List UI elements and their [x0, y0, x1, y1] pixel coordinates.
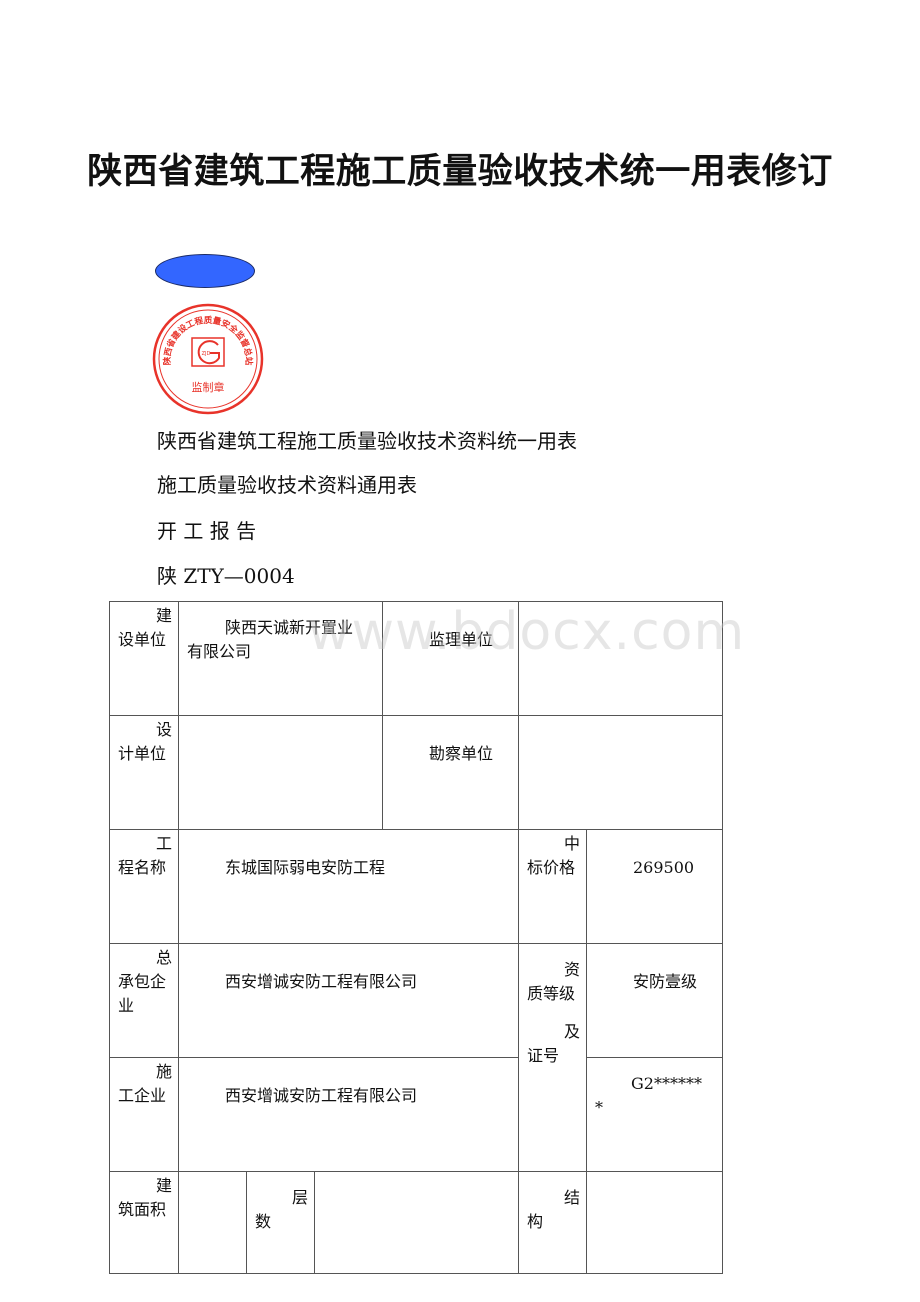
report-name: 开 工 报 告 — [157, 519, 257, 543]
design-unit-label: 设计单位 — [109, 715, 179, 830]
supervision-stamp-icon: 陕西省建设工程质量安全监督总站 ZJD 监制章 — [152, 303, 264, 415]
construction-unit-label: 建设单位 — [109, 601, 179, 716]
subtitle-line-1: 陕西省建筑工程施工质量验收技术资料统一用表 — [157, 429, 577, 453]
stamp-bottom-text: 监制章 — [192, 380, 225, 394]
structure-value[interactable] — [586, 1171, 723, 1274]
form-row-design-unit: 设计单位 勘察单位 — [109, 715, 723, 830]
form-row-building: 建筑面积 层数 结构 — [109, 1171, 723, 1274]
construction-unit-value[interactable]: 陕西天诚新开置业 有限公司 — [178, 601, 383, 716]
qualification-value[interactable]: 安防壹级 — [586, 943, 723, 1058]
form-row-builder: 施工企业 西安增诚安防工程有限公司 G2****** * — [109, 1057, 723, 1172]
document-title: 陕西省建筑工程施工质量验收技术统一用表修订 — [87, 152, 833, 192]
stamp-logo-text: ZJD — [202, 351, 211, 357]
cert-number-value[interactable]: G2****** * — [586, 1057, 723, 1172]
general-contractor-value[interactable]: 西安增诚安防工程有限公司 — [178, 943, 519, 1058]
survey-unit-value[interactable] — [518, 715, 723, 830]
blue-oval-shape — [155, 254, 255, 288]
building-area-label: 建筑面积 — [109, 1171, 179, 1274]
subtitle-line-2: 施工质量验收技术资料通用表 — [157, 473, 417, 497]
form-code: 陕 ZTY—0004 — [157, 564, 295, 588]
supervision-unit-label: 监理单位 — [382, 601, 519, 716]
project-name-label: 工程名称 — [109, 829, 179, 944]
general-contractor-label: 总承包企业 — [109, 943, 179, 1058]
bid-price-value[interactable]: 269500 — [586, 829, 723, 944]
builder-value[interactable]: 西安增诚安防工程有限公司 — [178, 1057, 519, 1172]
supervision-unit-value[interactable] — [518, 601, 723, 716]
start-work-report-form: 建设单位 陕西天诚新开置业 有限公司 监理单位 设计单位 勘察单位 工程名称 东城… — [109, 601, 723, 1274]
bid-price-label: 中标价格 — [518, 829, 587, 944]
building-area-value[interactable] — [178, 1171, 247, 1274]
builder-label: 施工企业 — [109, 1057, 179, 1172]
floors-value[interactable] — [314, 1171, 519, 1274]
structure-label: 结构 — [518, 1171, 587, 1274]
form-row-construction-unit: 建设单位 陕西天诚新开置业 有限公司 监理单位 — [109, 601, 723, 716]
design-unit-value[interactable] — [178, 715, 383, 830]
floors-label: 层数 — [246, 1171, 315, 1274]
survey-unit-label: 勘察单位 — [382, 715, 519, 830]
project-name-value[interactable]: 东城国际弱电安防工程 — [178, 829, 519, 944]
form-row-project-name: 工程名称 东城国际弱电安防工程 中标价格 269500 — [109, 829, 723, 944]
qualification-cert-label: 资质等级 及证号 — [518, 943, 587, 1172]
form-row-general-contractor: 总承包企业 西安增诚安防工程有限公司 资质等级 及证号 安防壹级 — [109, 943, 723, 1172]
